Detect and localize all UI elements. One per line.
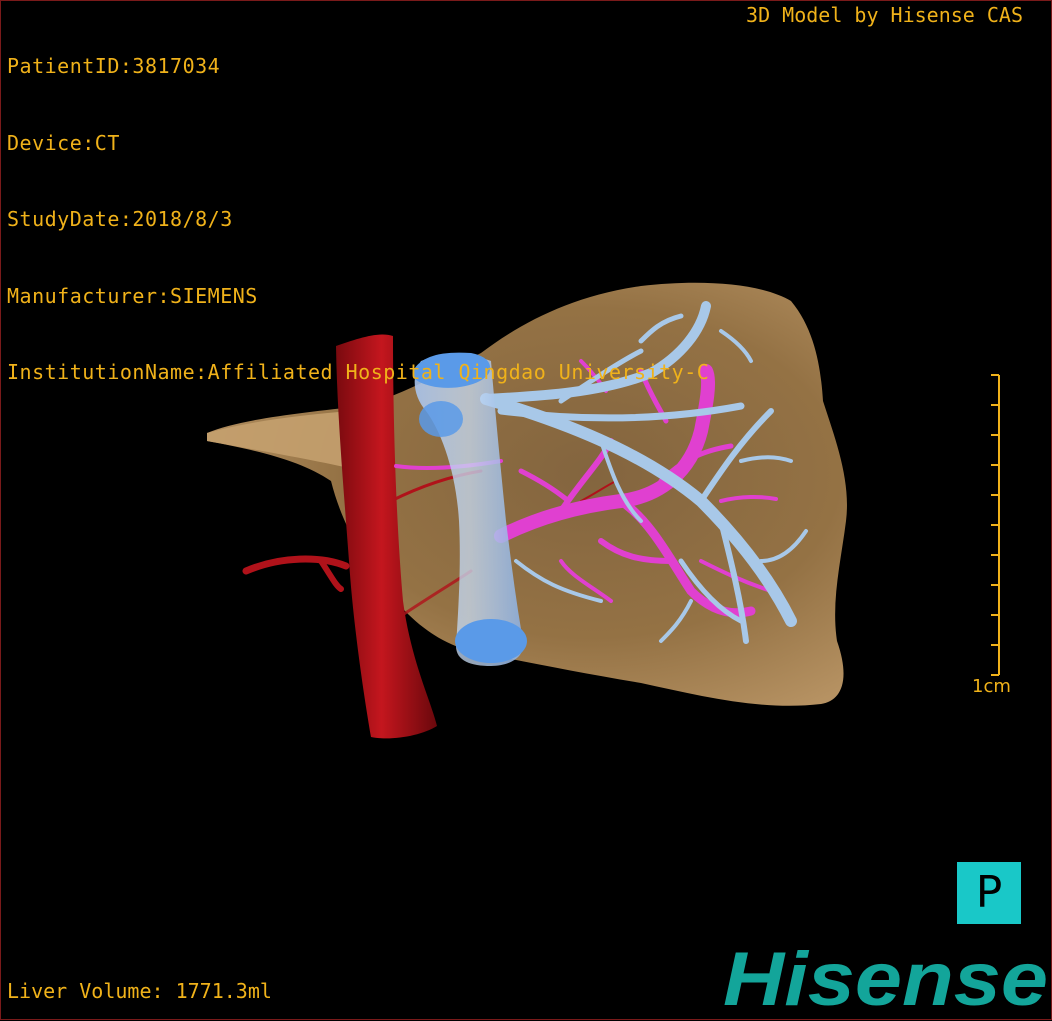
ivc-bottom-cap bbox=[455, 619, 527, 663]
manufacturer: Manufacturer:SIEMENS bbox=[7, 283, 258, 308]
svg-text:Hisense: Hisense bbox=[723, 941, 1048, 1013]
scale-bar bbox=[991, 374, 1000, 676]
3d-viewport[interactable]: PatientID:3817034 Device:CT StudyDate:20… bbox=[0, 0, 1052, 1020]
hisense-logo: Hisense bbox=[723, 941, 1048, 1013]
orientation-marker[interactable]: P bbox=[957, 862, 1021, 924]
model-credit: 3D Model by Hisense CAS bbox=[746, 3, 1023, 27]
study-info: PatientID:3817034 Device:CT StudyDate:20… bbox=[7, 3, 709, 437]
device: Device:CT bbox=[7, 130, 120, 155]
liver-volume: Liver Volume: 1771.3ml bbox=[7, 979, 272, 1003]
patient-id: PatientID:3817034 bbox=[7, 54, 221, 78]
scale-bar-label: 1cm bbox=[972, 676, 1011, 697]
institution-name: InstitutionName:Affiliated Hospital Qing… bbox=[7, 360, 710, 384]
study-date: StudyDate:2018/8/3 bbox=[7, 207, 233, 231]
